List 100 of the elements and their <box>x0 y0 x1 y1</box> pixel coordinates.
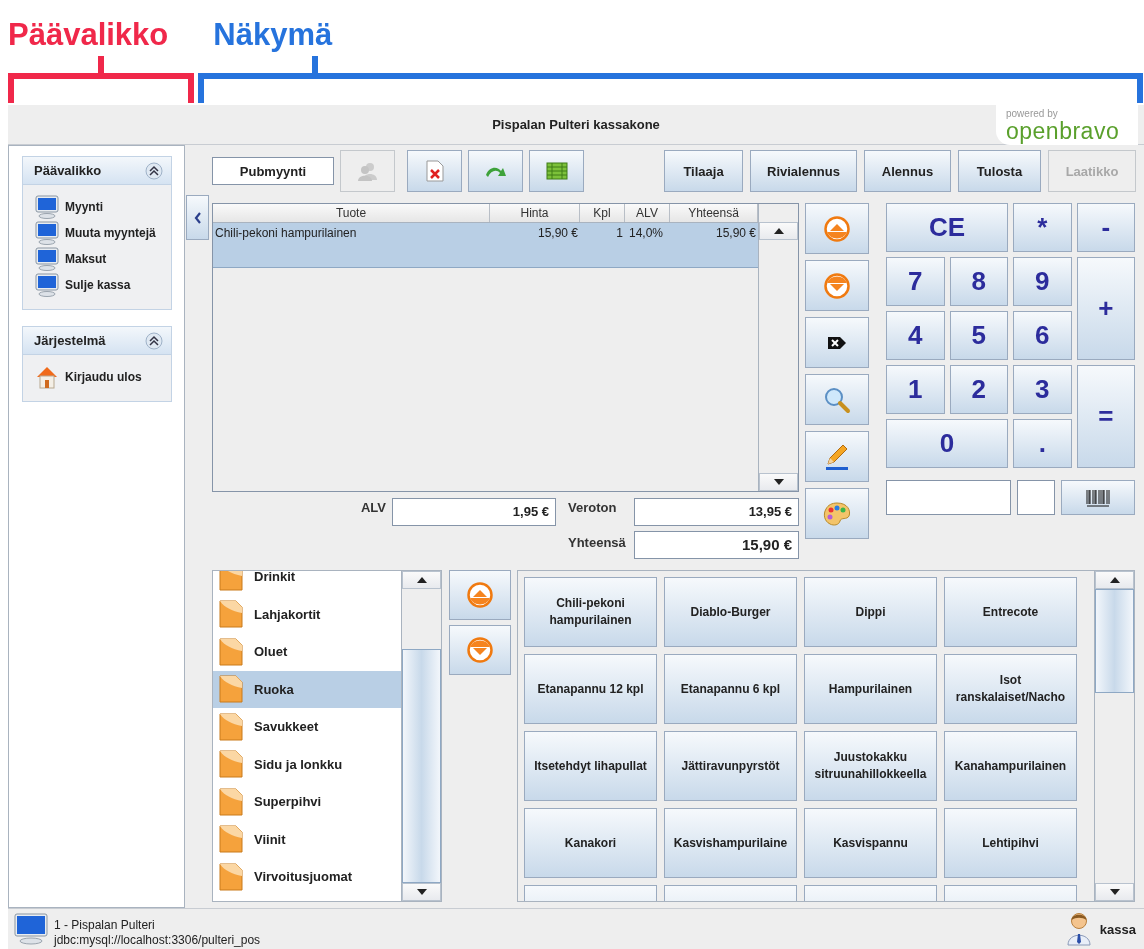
document-icon <box>218 749 244 780</box>
annotation-label: Näkymä <box>213 17 333 53</box>
category-item[interactable]: Savukkeet <box>213 708 401 746</box>
up-button[interactable] <box>805 203 869 254</box>
keypad-key[interactable]: + <box>1076 257 1135 360</box>
scroll-thumb[interactable] <box>1095 589 1134 693</box>
keypad-key[interactable]: 1 <box>886 365 945 414</box>
column-header: Yhteensä <box>670 204 758 222</box>
collapse-icon[interactable] <box>145 331 163 350</box>
category-down-button[interactable] <box>449 625 511 675</box>
product-button[interactable]: Diablo-Burger <box>664 577 797 647</box>
scrollbar[interactable] <box>401 571 441 901</box>
keypad-key[interactable]: 6 <box>1013 311 1072 360</box>
category-item[interactable]: Drinkit <box>213 571 401 596</box>
product-button[interactable]: Itsetehdyt lihapullat <box>524 731 657 801</box>
down-button[interactable] <box>805 260 869 311</box>
input-field[interactable] <box>886 480 1011 515</box>
keypad-key[interactable]: 7 <box>886 257 945 306</box>
table-cell-text: Chili-pekoni hampurilainen <box>214 225 358 242</box>
column-header: Tuote <box>213 204 490 222</box>
product-button[interactable]: Etanapannu 12 kpl <box>524 654 657 724</box>
input-field[interactable] <box>1017 480 1055 515</box>
search-button[interactable] <box>805 374 869 425</box>
product-button[interactable]: Kanahampurilainen <box>944 731 1077 801</box>
product-button[interactable]: Juustokakku sitruunahillokkeella <box>804 731 937 801</box>
menu-item[interactable]: Sulje kassa <box>35 273 171 297</box>
ticket-row[interactable]: Chili-pekoni hampurilainen 15,90 € 1 14,0% 15,90 € <box>213 223 758 268</box>
scrollbar[interactable] <box>1094 571 1134 901</box>
keypad-key[interactable]: 4 <box>886 311 945 360</box>
panel-header[interactable]: Järjestelmä <box>23 327 171 355</box>
backspace-button[interactable] <box>805 317 869 368</box>
user-icon <box>1065 912 1092 946</box>
delete-button[interactable] <box>407 150 462 192</box>
monitor-icon <box>35 221 59 245</box>
keypad-key[interactable]: = <box>1076 365 1135 468</box>
keypad-key[interactable]: . <box>1013 419 1072 468</box>
category-item[interactable]: Sidu ja lonkku <box>213 745 401 783</box>
category-item[interactable]: Superpihvi <box>213 783 401 821</box>
toolbar-button[interactable]: Tilaaja <box>664 150 743 192</box>
product-button[interactable]: Entrecote <box>944 577 1077 647</box>
panel-header[interactable]: Päävalikko <box>23 157 171 185</box>
collapse-sidebar-button[interactable] <box>186 195 209 240</box>
toolbar-button[interactable]: Tulosta <box>958 150 1041 192</box>
ticket-name-field[interactable]: Pubmyynti <box>212 157 334 185</box>
keypad-key[interactable]: 0 <box>886 419 1008 468</box>
total-label: Yhteensä <box>567 534 627 552</box>
category-item[interactable]: Lahjakortit <box>213 595 401 633</box>
table-cell-text: 1 <box>615 225 624 242</box>
product-button[interactable]: Chili-pekoni hampurilainen <box>524 577 657 647</box>
total-field: 1,95 € <box>392 498 556 526</box>
product-button[interactable]: Dippi <box>804 577 937 647</box>
monitor-icon <box>35 195 59 219</box>
forward-button[interactable] <box>468 150 523 192</box>
menu-item[interactable]: Kirjaudu ulos <box>35 365 171 389</box>
product-button[interactable]: Jättiravunpyrstöt <box>664 731 797 801</box>
product-button[interactable]: Isot ranskalaiset/Nacho <box>944 654 1077 724</box>
toolbar-button[interactable]: Rivialennus <box>750 150 857 192</box>
toolbar-button[interactable]: Alennus <box>864 150 951 192</box>
menu-item[interactable]: Maksut <box>35 247 171 271</box>
backspace-icon <box>827 335 847 350</box>
category-item[interactable]: Virvoitusjuomat <box>213 858 401 896</box>
product-button[interactable]: Kasvishampurilaine <box>664 808 797 878</box>
keypad-key[interactable]: 3 <box>1013 365 1072 414</box>
table-cell-text: 15,90 € <box>714 225 757 242</box>
total-label: ALV <box>359 499 387 517</box>
product-button[interactable]: Kasvispannu <box>804 808 937 878</box>
keypad-key[interactable]: CE <box>886 203 1008 252</box>
keypad-key[interactable]: 9 <box>1013 257 1072 306</box>
product-button[interactable]: Etanapannu 6 kpl <box>664 654 797 724</box>
chevron-left-icon <box>193 211 202 224</box>
arrow-down-icon <box>824 272 850 299</box>
category-item[interactable]: Ruoka <box>213 670 401 708</box>
category-up-button[interactable] <box>449 570 511 620</box>
triangle-up-icon <box>1109 577 1120 583</box>
category-item[interactable]: Oluet <box>213 633 401 671</box>
triangle-down-icon <box>1109 889 1120 895</box>
edit-button[interactable] <box>805 431 869 482</box>
menu-item[interactable]: Muuta myyntejä <box>35 221 171 245</box>
user-name: kassa <box>1099 921 1136 937</box>
keypad-key[interactable]: - <box>1076 203 1135 252</box>
keypad-key[interactable]: 2 <box>949 365 1008 414</box>
annotation-label: Päävalikko <box>8 17 169 53</box>
total-field: 13,95 € <box>634 498 799 526</box>
scroll-thumb[interactable] <box>402 649 441 883</box>
palette-button[interactable] <box>805 488 869 539</box>
category-item[interactable]: Viinit <box>213 820 401 858</box>
arrow-down-icon <box>467 637 493 663</box>
keypad-key[interactable]: 5 <box>949 311 1008 360</box>
logo: powered by openbravo <box>996 105 1138 145</box>
keypad-key[interactable]: * <box>1013 203 1072 252</box>
product-button[interactable]: Lehtipihvi <box>944 808 1077 878</box>
keypad-key[interactable]: 8 <box>949 257 1008 306</box>
barcode-button[interactable] <box>1061 480 1135 515</box>
product-button[interactable]: Hampurilainen <box>804 654 937 724</box>
grid-button[interactable] <box>529 150 584 192</box>
collapse-icon[interactable] <box>145 161 163 180</box>
barcode-icon <box>1086 488 1110 507</box>
scrollbar[interactable] <box>758 204 798 491</box>
menu-item[interactable]: Myynti <box>35 195 171 219</box>
product-button[interactable]: Kanakori <box>524 808 657 878</box>
